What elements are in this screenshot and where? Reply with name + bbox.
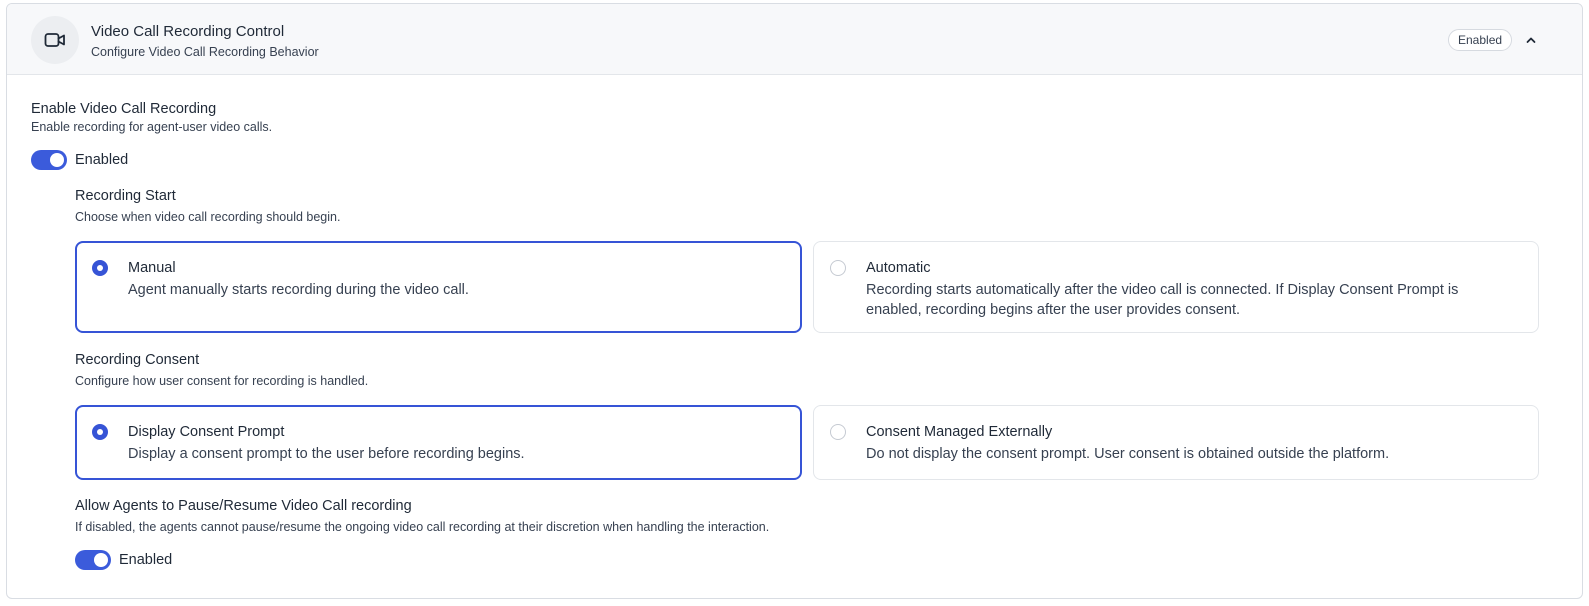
enable-recording-toggle[interactable] bbox=[31, 150, 67, 170]
video-camera-icon bbox=[31, 16, 79, 64]
toggle-knob bbox=[50, 153, 64, 167]
option-description: Display a consent prompt to the user bef… bbox=[128, 446, 525, 462]
pause-resume-label: Allow Agents to Pause/Resume Video Call … bbox=[75, 498, 412, 514]
option-title: Manual bbox=[128, 260, 176, 276]
card-subtitle: Configure Video Call Recording Behavior bbox=[91, 45, 319, 59]
option-title: Display Consent Prompt bbox=[128, 424, 285, 440]
consent-option-managed-externally[interactable]: Consent Managed Externally Do not displa… bbox=[813, 405, 1539, 480]
recording-consent-description: Configure how user consent for recording… bbox=[75, 374, 369, 388]
video-call-recording-card: Video Call Recording Control Configure V… bbox=[6, 3, 1583, 599]
radio-selected-icon[interactable] bbox=[92, 260, 108, 276]
enable-recording-toggle-label: Enabled bbox=[75, 152, 129, 168]
radio-unselected-icon[interactable] bbox=[830, 424, 846, 440]
enable-recording-description: Enable recording for agent-user video ca… bbox=[31, 120, 273, 134]
radio-selected-icon[interactable] bbox=[92, 424, 108, 440]
consent-option-display-prompt[interactable]: Display Consent Prompt Display a consent… bbox=[75, 405, 802, 480]
option-description: Recording starts automatically after the… bbox=[866, 282, 1459, 318]
pause-resume-toggle[interactable] bbox=[75, 550, 111, 570]
card-header[interactable]: Video Call Recording Control Configure V… bbox=[7, 4, 1582, 75]
option-description: Do not display the consent prompt. User … bbox=[866, 446, 1390, 462]
card-title: Video Call Recording Control bbox=[91, 23, 285, 40]
toggle-knob bbox=[94, 553, 108, 567]
pause-resume-toggle-label: Enabled bbox=[119, 552, 173, 568]
radio-unselected-icon[interactable] bbox=[830, 260, 846, 276]
recording-start-option-manual[interactable]: Manual Agent manually starts recording d… bbox=[75, 241, 802, 333]
recording-start-label: Recording Start bbox=[75, 188, 176, 204]
status-badge: Enabled bbox=[1448, 29, 1513, 51]
option-description: Agent manually starts recording during t… bbox=[128, 282, 469, 298]
pause-resume-description: If disabled, the agents cannot pause/res… bbox=[75, 520, 770, 534]
chevron-up-icon[interactable] bbox=[1521, 30, 1541, 50]
recording-consent-label: Recording Consent bbox=[75, 352, 200, 368]
option-title: Automatic bbox=[866, 260, 931, 276]
option-title: Consent Managed Externally bbox=[866, 424, 1053, 440]
enable-recording-label: Enable Video Call Recording bbox=[31, 101, 217, 117]
recording-start-option-automatic[interactable]: Automatic Recording starts automatically… bbox=[813, 241, 1539, 333]
recording-start-description: Choose when video call recording should … bbox=[75, 210, 341, 224]
